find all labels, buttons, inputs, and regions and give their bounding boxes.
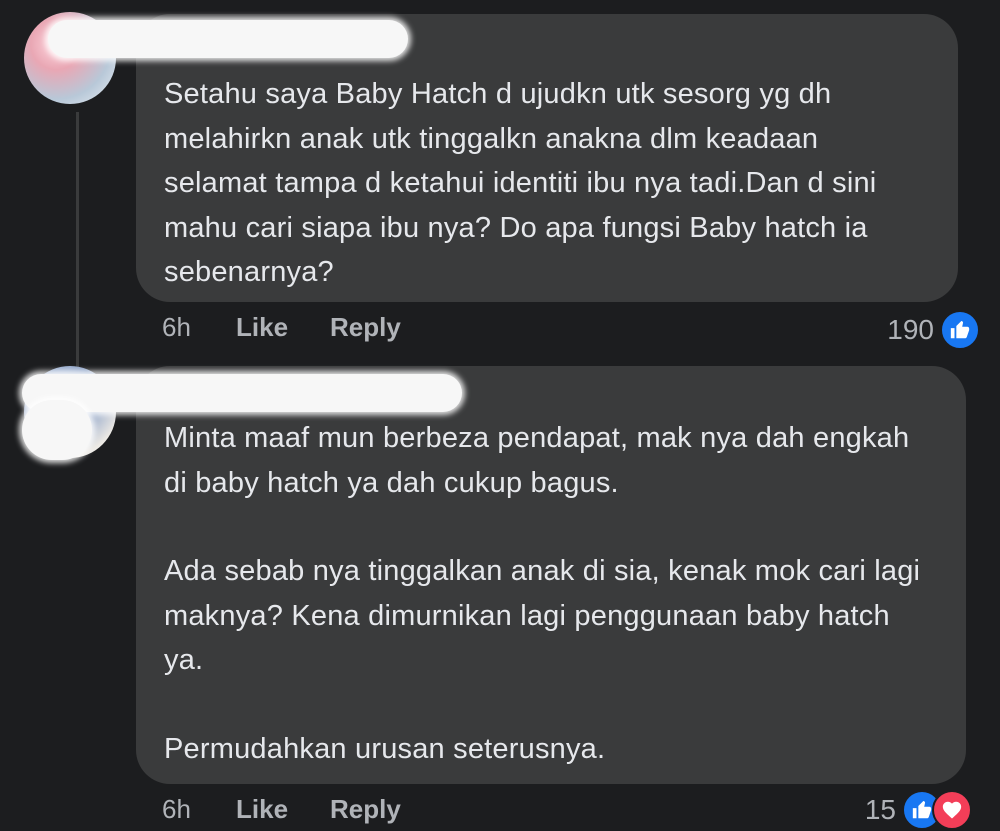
- reply-button[interactable]: Reply: [330, 312, 401, 343]
- reaction-count: 190: [887, 314, 934, 345]
- comment-text: Setahu saya Baby Hatch d ujudkn utk seso…: [164, 72, 928, 295]
- reply-button[interactable]: Reply: [330, 794, 401, 825]
- comment-paragraph: Ada sebab nya tinggalkan anak di sia, ke…: [164, 555, 921, 676]
- comment-timestamp[interactable]: 6h: [162, 312, 236, 343]
- comment-paragraph: Setahu saya Baby Hatch d ujudkn utk seso…: [164, 78, 877, 288]
- thread-connector-line: [76, 112, 79, 374]
- redacted-commenter-name: [48, 20, 408, 58]
- love-icon: [932, 790, 972, 830]
- comment-paragraph: Permudahkan urusan seterusnya.: [164, 732, 606, 765]
- redacted-commenter-name: [22, 374, 462, 412]
- comment-actions: 6h Like Reply: [162, 312, 401, 343]
- comment-text: Minta maaf mun berbeza pendapat, mak nya…: [164, 416, 936, 771]
- comment-actions: 6h Like Reply: [162, 794, 401, 825]
- comment-thread: Setahu saya Baby Hatch d ujudkn utk seso…: [0, 0, 1000, 831]
- redacted-avatar-area: [22, 400, 92, 460]
- like-button[interactable]: Like: [236, 312, 330, 343]
- like-button[interactable]: Like: [236, 794, 330, 825]
- comment-bubble: Minta maaf mun berbeza pendapat, mak nya…: [136, 366, 966, 784]
- reaction-summary[interactable]: 15: [865, 790, 972, 830]
- comment-timestamp[interactable]: 6h: [162, 794, 236, 825]
- reaction-summary[interactable]: 190: [887, 310, 980, 350]
- like-icon: [940, 310, 980, 350]
- reaction-count: 15: [864, 794, 896, 825]
- comment-paragraph: Minta maaf mun berbeza pendapat, mak nya…: [164, 422, 910, 499]
